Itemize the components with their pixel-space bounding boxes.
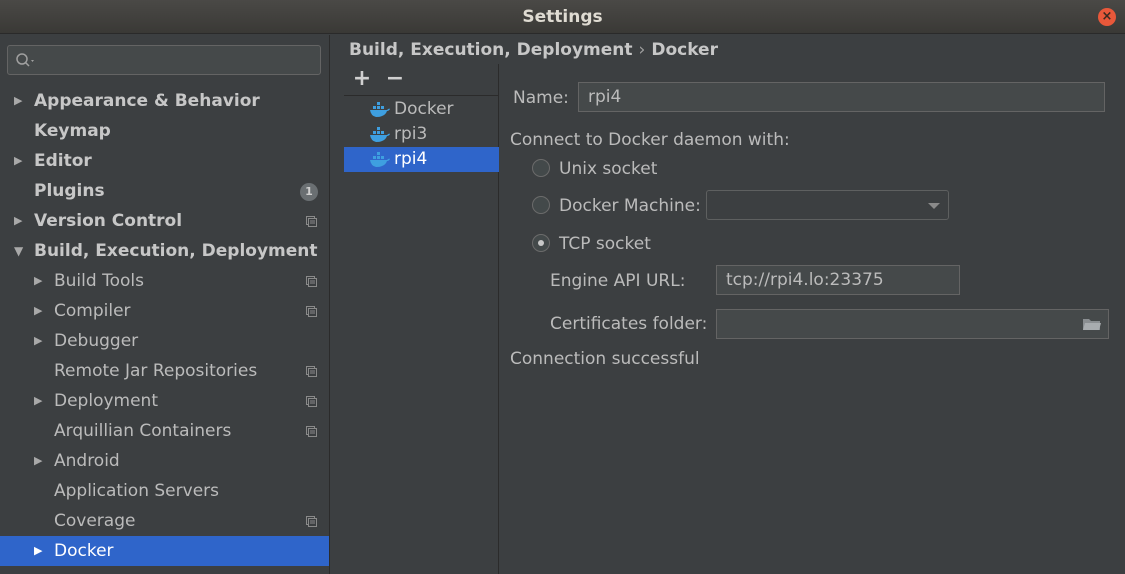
collapsed-arrow-icon[interactable]: ▶ (14, 146, 28, 176)
sidebar-item-label: Editor (34, 151, 92, 171)
project-level-icon (306, 306, 317, 317)
sidebar-item-keymap[interactable]: Keymap (0, 116, 329, 146)
project-level-icon (306, 216, 317, 227)
collapsed-arrow-icon[interactable]: ▶ (14, 86, 28, 116)
sidebar-item-label: Compiler (54, 301, 131, 321)
remove-button[interactable]: − (384, 66, 406, 92)
sidebar-item-label: Plugins (34, 181, 105, 201)
settings-sidebar: ▶ Appearance & Behavior Keymap ▶ Editor Plugi… (0, 35, 330, 574)
breadcrumb-parent[interactable]: Build, Execution, Deployment (349, 40, 633, 60)
docker-config-label: rpi3 (394, 124, 428, 144)
collapsed-arrow-icon[interactable]: ▶ (14, 206, 28, 236)
sidebar-item-label: Version Control (34, 211, 183, 231)
breadcrumb: Build, Execution, Deployment › Docker (349, 40, 718, 60)
sidebar-item-coverage[interactable]: Coverage (0, 506, 329, 536)
sidebar-item-label: Docker (54, 541, 114, 561)
docker-whale-icon (370, 127, 390, 142)
docker-config-docker[interactable]: Docker (344, 97, 499, 122)
breadcrumb-current: Docker (651, 40, 718, 60)
sidebar-item-build-execution-deployment[interactable]: ▼ Build, Execution, Deployment (0, 236, 329, 266)
sidebar-item-label: Arquillian Containers (54, 421, 232, 441)
sidebar-item-docker[interactable]: ▶ Docker (0, 536, 329, 566)
expanded-arrow-icon[interactable]: ▼ (14, 236, 28, 266)
sidebar-item-arquillian-containers[interactable]: Arquillian Containers (0, 416, 329, 446)
engine-api-label: Engine API URL: (550, 271, 686, 291)
sidebar-item-build-tools[interactable]: ▶ Build Tools (0, 266, 329, 296)
sidebar-item-label: Appearance & Behavior (34, 91, 260, 111)
tcp-socket-radio[interactable] (532, 234, 550, 252)
sidebar-item-android[interactable]: ▶ Android (0, 446, 329, 476)
sidebar-item-label: Application Servers (54, 481, 219, 501)
sidebar-item-compiler[interactable]: ▶ Compiler (0, 296, 329, 326)
docker-config-label: Docker (394, 99, 454, 119)
project-level-icon (306, 276, 317, 287)
collapsed-arrow-icon[interactable]: ▶ (34, 386, 48, 416)
docker-machine-select[interactable] (706, 190, 949, 220)
window-title: Settings (522, 7, 603, 27)
engine-api-url-field[interactable]: tcp://rpi4.lo:23375 (716, 265, 960, 295)
project-level-icon (306, 396, 317, 407)
search-icon (16, 53, 34, 67)
project-level-icon (306, 516, 317, 527)
name-field[interactable]: rpi4 (578, 82, 1105, 112)
project-level-icon (306, 426, 317, 437)
collapsed-arrow-icon[interactable]: ▶ (34, 326, 48, 356)
sidebar-item-label: Keymap (34, 121, 111, 141)
breadcrumb-separator: › (638, 40, 646, 60)
folder-icon[interactable] (1082, 317, 1102, 332)
title-bar: Settings × (0, 0, 1125, 34)
connection-status: Connection successful (510, 349, 700, 369)
sidebar-item-deployment[interactable]: ▶ Deployment (0, 386, 329, 416)
search-input[interactable] (7, 45, 321, 75)
sidebar-item-remote-jar-repositories[interactable]: Remote Jar Repositories (0, 356, 329, 386)
docker-config-label: rpi4 (394, 149, 428, 169)
sidebar-item-label: Android (54, 451, 120, 471)
sidebar-item-label: Build Tools (54, 271, 144, 291)
docker-machine-radio[interactable] (532, 196, 550, 214)
sidebar-item-label: Build, Execution, Deployment (34, 241, 318, 261)
list-toolbar: + − (344, 64, 499, 96)
sidebar-item-label: Debugger (54, 331, 139, 351)
docker-machine-label[interactable]: Docker Machine: (559, 196, 701, 216)
add-button[interactable]: + (351, 66, 373, 92)
sidebar-item-version-control[interactable]: ▶ Version Control (0, 206, 329, 236)
docker-whale-icon (370, 152, 390, 167)
close-button[interactable]: × (1098, 8, 1116, 26)
chevron-down-icon (928, 203, 940, 209)
docker-config-rpi4[interactable]: rpi4 (344, 147, 499, 172)
sidebar-item-debugger[interactable]: ▶ Debugger (0, 326, 329, 356)
sidebar-item-label: Deployment (54, 391, 158, 411)
sidebar-item-application-servers[interactable]: Application Servers (0, 476, 329, 506)
connect-label: Connect to Docker daemon with: (510, 130, 790, 150)
name-label: Name: (513, 88, 569, 108)
docker-settings-form: Name: rpi4 Connect to Docker daemon with… (500, 64, 1125, 574)
certificates-folder-field[interactable] (716, 309, 1109, 339)
tcp-socket-label[interactable]: TCP socket (559, 234, 651, 254)
unix-socket-label[interactable]: Unix socket (559, 159, 657, 179)
collapsed-arrow-icon[interactable]: ▶ (34, 446, 48, 476)
docker-whale-icon (370, 102, 390, 117)
sidebar-item-label: Remote Jar Repositories (54, 361, 258, 381)
collapsed-arrow-icon[interactable]: ▶ (34, 536, 48, 566)
docker-config-list: + − Docker rpi3 rpi4 (344, 64, 499, 574)
certificates-folder-label: Certificates folder: (550, 314, 708, 334)
sidebar-item-appearance-behavior[interactable]: ▶ Appearance & Behavior (0, 86, 329, 116)
update-count-badge: 1 (300, 183, 318, 201)
collapsed-arrow-icon[interactable]: ▶ (34, 296, 48, 326)
project-level-icon (306, 366, 317, 377)
sidebar-item-plugins[interactable]: Plugins 1 (0, 176, 329, 206)
sidebar-item-label: Coverage (54, 511, 136, 531)
unix-socket-radio[interactable] (532, 159, 550, 177)
docker-config-rpi3[interactable]: rpi3 (344, 122, 499, 147)
collapsed-arrow-icon[interactable]: ▶ (34, 266, 48, 296)
sidebar-item-editor[interactable]: ▶ Editor (0, 146, 329, 176)
